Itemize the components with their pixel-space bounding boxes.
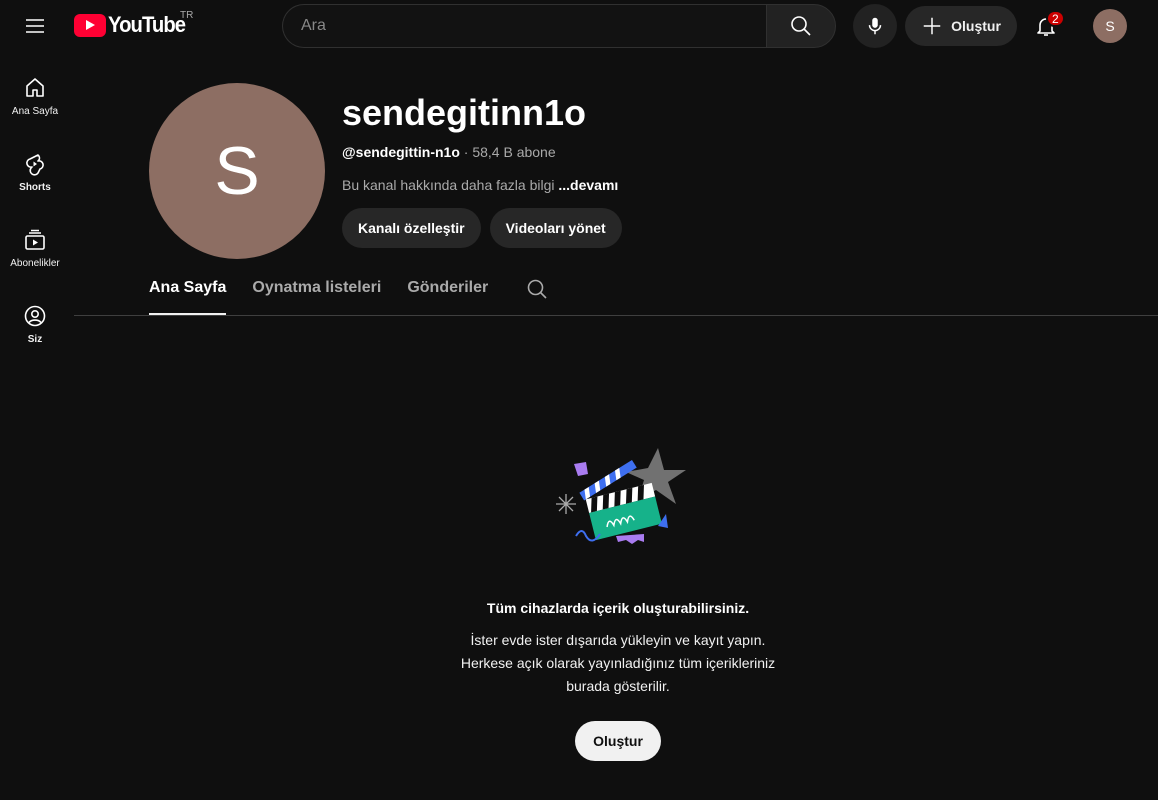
- sidebar-item-label: Ana Sayfa: [11, 106, 59, 117]
- description-text: Bu kanal hakkında daha fazla bilgi: [342, 177, 559, 193]
- mini-guide: Ana Sayfa Shorts Abonelikler Siz: [0, 56, 72, 360]
- channel-name: sendegitinn1o: [342, 92, 587, 133]
- sidebar-item-you[interactable]: Siz: [0, 284, 70, 360]
- home-icon: [26, 78, 44, 97]
- channel-actions: Kanalı özelleştir Videoları yönet: [342, 208, 622, 248]
- empty-state-create-button[interactable]: Oluştur: [575, 721, 661, 761]
- voice-search-button[interactable]: [853, 4, 897, 48]
- plus-icon: [923, 17, 941, 35]
- notification-count-badge: 2: [1046, 10, 1065, 27]
- description-more-link[interactable]: ...devamı: [558, 177, 618, 193]
- country-code: TR: [180, 10, 194, 21]
- you-icon: [24, 305, 46, 327]
- channel-avatar[interactable]: S: [149, 83, 325, 259]
- empty-state-title: Tüm cihazlarda içerik oluşturabilirsiniz…: [486, 600, 750, 616]
- youtube-wordmark: YouTube: [108, 12, 186, 37]
- empty-state-description: İster evde ister dışarıda yükleyin ve ka…: [440, 629, 796, 698]
- youtube-logo[interactable]: YouTube TR: [74, 10, 194, 38]
- tab-posts[interactable]: Gönderiler: [407, 268, 488, 315]
- create-button-label: Oluştur: [951, 18, 1001, 34]
- masthead: YouTube TR Oluştur 2 S: [0, 0, 1158, 52]
- create-content-illustration: [556, 448, 686, 544]
- empty-state-line: Herkese açık olarak yayınladığınız tüm i…: [460, 655, 776, 671]
- sidebar-item-shorts[interactable]: Shorts: [0, 132, 70, 208]
- sidebar-item-label: Shorts: [19, 182, 51, 193]
- channel-search-icon[interactable]: [525, 277, 549, 301]
- channel-handle: @sendegittin-n1o: [342, 144, 460, 160]
- channel-description[interactable]: Bu kanal hakkında daha fazla bilgi ...de…: [342, 177, 618, 193]
- account-avatar[interactable]: S: [1093, 9, 1127, 43]
- customize-channel-button[interactable]: Kanalı özelleştir: [342, 208, 481, 248]
- sidebar-item-subscriptions[interactable]: Abonelikler: [0, 208, 70, 284]
- empty-state-line: burada gösterilir.: [566, 678, 670, 694]
- microphone-icon: [868, 17, 882, 35]
- guide-menu-button[interactable]: [15, 6, 55, 46]
- subscriber-count: 58,4 B abone: [472, 144, 556, 160]
- channel-tabs: Ana Sayfa Oynatma listeleri Gönderiler: [149, 268, 549, 315]
- search-bar: [282, 4, 836, 48]
- tab-playlists[interactable]: Oynatma listeleri: [252, 268, 381, 315]
- subscriptions-icon: [25, 229, 45, 250]
- sidebar-item-label: Abonelikler: [10, 258, 60, 269]
- shorts-icon: [26, 154, 44, 176]
- hamburger-icon: [26, 19, 44, 33]
- tab-home[interactable]: Ana Sayfa: [149, 268, 227, 315]
- search-input[interactable]: [282, 4, 766, 48]
- create-button[interactable]: Oluştur: [905, 6, 1017, 46]
- meta-separator: ·: [459, 144, 473, 160]
- manage-videos-button[interactable]: Videoları yönet: [489, 208, 622, 248]
- sidebar-item-home[interactable]: Ana Sayfa: [0, 56, 70, 132]
- channel-meta: @sendegittin-n1o · 58,4 B abone: [342, 144, 556, 160]
- sidebar-item-label: Siz: [27, 334, 43, 345]
- tabs-divider: [74, 315, 1158, 316]
- search-button[interactable]: [766, 4, 836, 48]
- youtube-play-icon: [74, 13, 106, 37]
- notifications-button[interactable]: 2: [1026, 6, 1066, 46]
- empty-state-line: İster evde ister dışarıda yükleyin ve ka…: [470, 632, 766, 648]
- search-icon: [791, 16, 811, 36]
